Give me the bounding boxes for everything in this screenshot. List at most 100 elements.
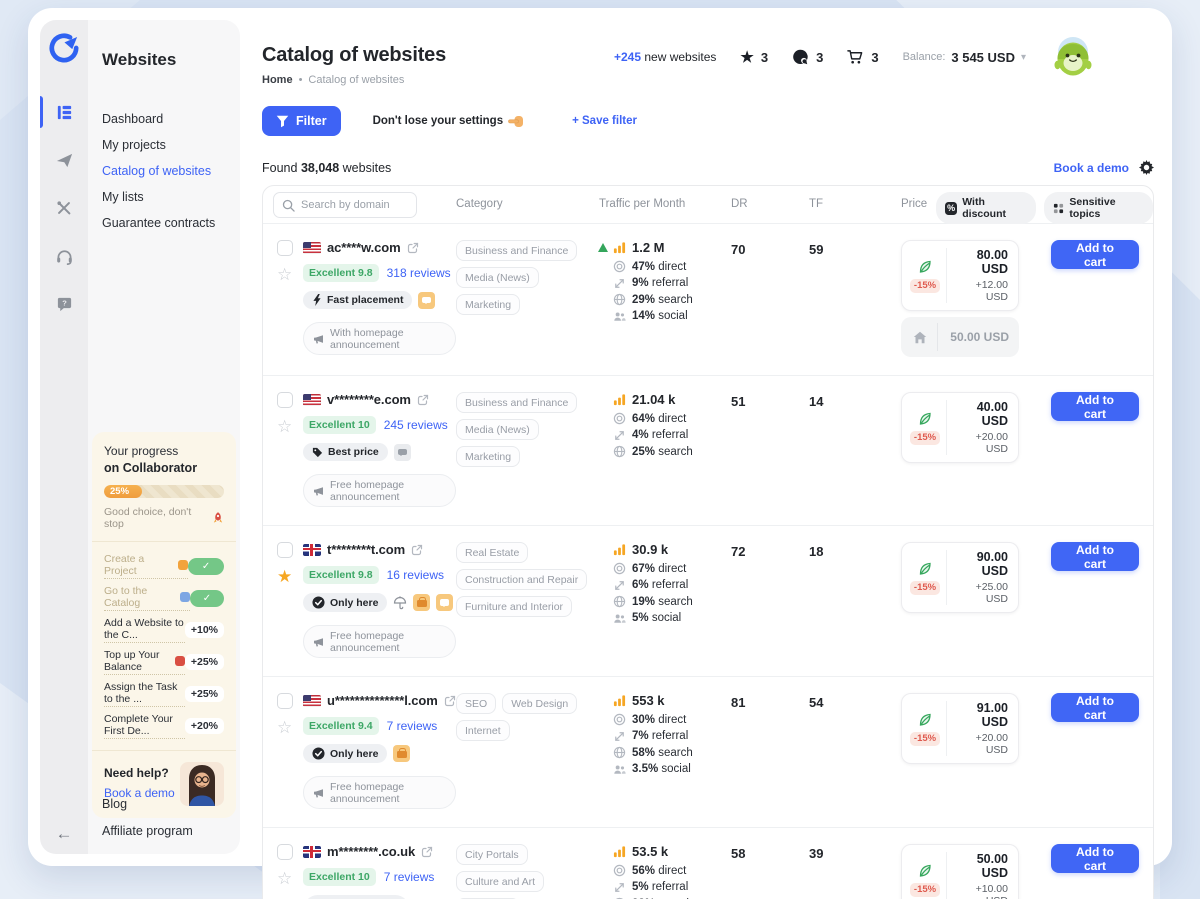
row-checkbox[interactable]	[277, 693, 293, 709]
sidebar-item-catalog-of-websites[interactable]: Catalog of websites	[102, 164, 230, 178]
rating-badge: Excellent 9.8	[303, 566, 379, 584]
divider	[92, 750, 236, 751]
table-row: ☆ u**************l.com Excellent 9.4 7 revi…	[263, 677, 1153, 828]
collaborator-logo-icon[interactable]	[48, 32, 80, 64]
external-link-icon[interactable]	[417, 394, 429, 406]
search-share: 58% search	[613, 746, 731, 759]
social-share: 3.5% social	[613, 763, 731, 776]
tf-value: 54	[809, 693, 901, 809]
row-checkbox[interactable]	[277, 542, 293, 558]
favorite-star-icon[interactable]: ☆	[277, 719, 303, 736]
task-label: Go to the Catalog	[104, 585, 190, 611]
traffic-value: 53.5 k	[632, 844, 668, 859]
search-icon	[282, 199, 295, 212]
sidebar-item-my-lists[interactable]: My lists	[102, 190, 230, 204]
add-to-cart-button[interactable]: Add to cart	[1051, 392, 1139, 421]
tf-value: 59	[809, 240, 901, 357]
settings-gear-icon[interactable]	[1139, 160, 1154, 175]
sidebar-item-my-projects[interactable]: My projects	[102, 138, 230, 152]
book-demo-top-link[interactable]: Book a demo	[1054, 161, 1129, 175]
favorites-counter[interactable]: ★3	[740, 50, 768, 65]
row-select-cell: ☆	[277, 693, 303, 809]
progress-task: Create a Project✓	[104, 553, 224, 579]
reviews-link[interactable]: 245 reviews	[384, 418, 448, 432]
external-link-icon[interactable]	[411, 544, 423, 556]
table-row: ★t********t.comExcellent 9.816 reviewsOn…	[263, 526, 1153, 677]
add-to-cart-button[interactable]: Add to cart	[1051, 240, 1139, 269]
user-avatar[interactable]	[1050, 34, 1096, 80]
blog-link[interactable]: Blog	[102, 797, 193, 811]
search-input[interactable]	[301, 199, 408, 211]
divider	[946, 550, 947, 605]
reviews-link[interactable]: 16 reviews	[387, 568, 444, 582]
affiliate-program-link[interactable]: Affiliate program	[102, 824, 193, 838]
website-cell: ac****w.comExcellent 9.8318 reviewsFast …	[303, 240, 456, 357]
plane-icon[interactable]	[40, 142, 88, 178]
save-filter-link[interactable]: + Save filter	[572, 115, 637, 127]
add-to-cart-button[interactable]: Add to cart	[1051, 542, 1139, 571]
filter-button[interactable]: Filter	[262, 106, 341, 136]
task-bonus-badge: +20%	[185, 718, 224, 734]
divider	[946, 248, 947, 303]
favorite-star-icon[interactable]: ☆	[277, 870, 303, 887]
reviews-link[interactable]: 7 reviews	[387, 719, 438, 733]
task-done-check[interactable]: ✓	[188, 558, 224, 575]
favorite-star-icon[interactable]: ☆	[277, 418, 303, 435]
dr-value: 51	[731, 392, 809, 507]
site-domain[interactable]: ac****w.com	[327, 240, 401, 255]
headset-icon[interactable]	[40, 238, 88, 274]
fast-placement-badge: Fast placement	[303, 291, 412, 309]
progress-bar: 25%	[104, 485, 224, 498]
divider	[946, 852, 947, 899]
external-link-icon[interactable]	[421, 846, 433, 858]
favorite-star-icon[interactable]: ☆	[277, 266, 303, 283]
task-label: Assign the Task to the ...	[104, 681, 185, 707]
sidebar-panel: Websites DashboardMy projectsCatalog of …	[88, 20, 240, 854]
add-to-cart-button[interactable]: Add to cart	[1051, 693, 1139, 722]
homepage-price: 50.00 USD	[901, 317, 1019, 357]
reviews-link[interactable]: 318 reviews	[387, 266, 451, 280]
traffic-bars-icon	[613, 393, 626, 406]
referral-share: 6% referral	[613, 579, 731, 592]
external-link-icon[interactable]	[407, 242, 419, 254]
balance-dropdown[interactable]: Balance: 3 545 USD ▾	[903, 50, 1026, 65]
add-to-cart-button[interactable]: Add to cart	[1051, 844, 1139, 873]
price-main: 91.00 USD	[955, 701, 1008, 729]
row-checkbox[interactable]	[277, 240, 293, 256]
favorite-star-icon[interactable]: ★	[277, 568, 303, 585]
sidebar-item-dashboard[interactable]: Dashboard	[102, 112, 230, 126]
helpchat-icon[interactable]: ?	[40, 286, 88, 322]
website-cell: t********t.comExcellent 9.816 reviewsOnl…	[303, 542, 456, 658]
task-label: Top up Your Balance	[104, 649, 185, 675]
sidebar-item-guarantee-contracts[interactable]: Guarantee contracts	[102, 216, 230, 230]
site-domain[interactable]: t********t.com	[327, 542, 405, 557]
collapse-sidebar-button[interactable]: ←	[40, 824, 88, 844]
external-link-icon[interactable]	[444, 695, 456, 707]
task-emoji-icon	[175, 656, 185, 666]
megaphone-icon	[313, 787, 325, 799]
announcement-badge: With homepage announcement	[303, 322, 456, 355]
sensitive-topics-toggle[interactable]: Sensitive topics	[1044, 192, 1153, 224]
progress-title: Your progress	[104, 444, 224, 458]
site-domain[interactable]: v********e.com	[327, 392, 411, 407]
breadcrumb-home[interactable]: Home	[262, 74, 293, 86]
category-pill: Web Design	[502, 693, 577, 714]
site-domain[interactable]: m********.co.uk	[327, 844, 415, 859]
offers-counter[interactable]: 3	[792, 49, 823, 65]
task-bonus-badge: +25%	[185, 686, 224, 702]
site-domain[interactable]: u**************l.com	[327, 693, 438, 708]
row-checkbox[interactable]	[277, 392, 293, 408]
task-done-check[interactable]: ✓	[190, 590, 224, 607]
globe-icon	[613, 445, 626, 458]
rating-badge: Excellent 9.4	[303, 717, 379, 735]
tools-icon[interactable]	[40, 190, 88, 226]
offers-bubble-icon	[792, 49, 809, 65]
cart-counter[interactable]: 3	[847, 49, 878, 65]
category-pill: Marketing	[456, 446, 520, 467]
briefcase-icon	[393, 745, 410, 762]
dashboard-icon[interactable]	[40, 94, 88, 130]
with-discount-toggle[interactable]: % With discount	[936, 192, 1036, 224]
row-checkbox[interactable]	[277, 844, 293, 860]
breadcrumb-separator: •	[299, 74, 303, 86]
reviews-link[interactable]: 7 reviews	[384, 870, 435, 884]
